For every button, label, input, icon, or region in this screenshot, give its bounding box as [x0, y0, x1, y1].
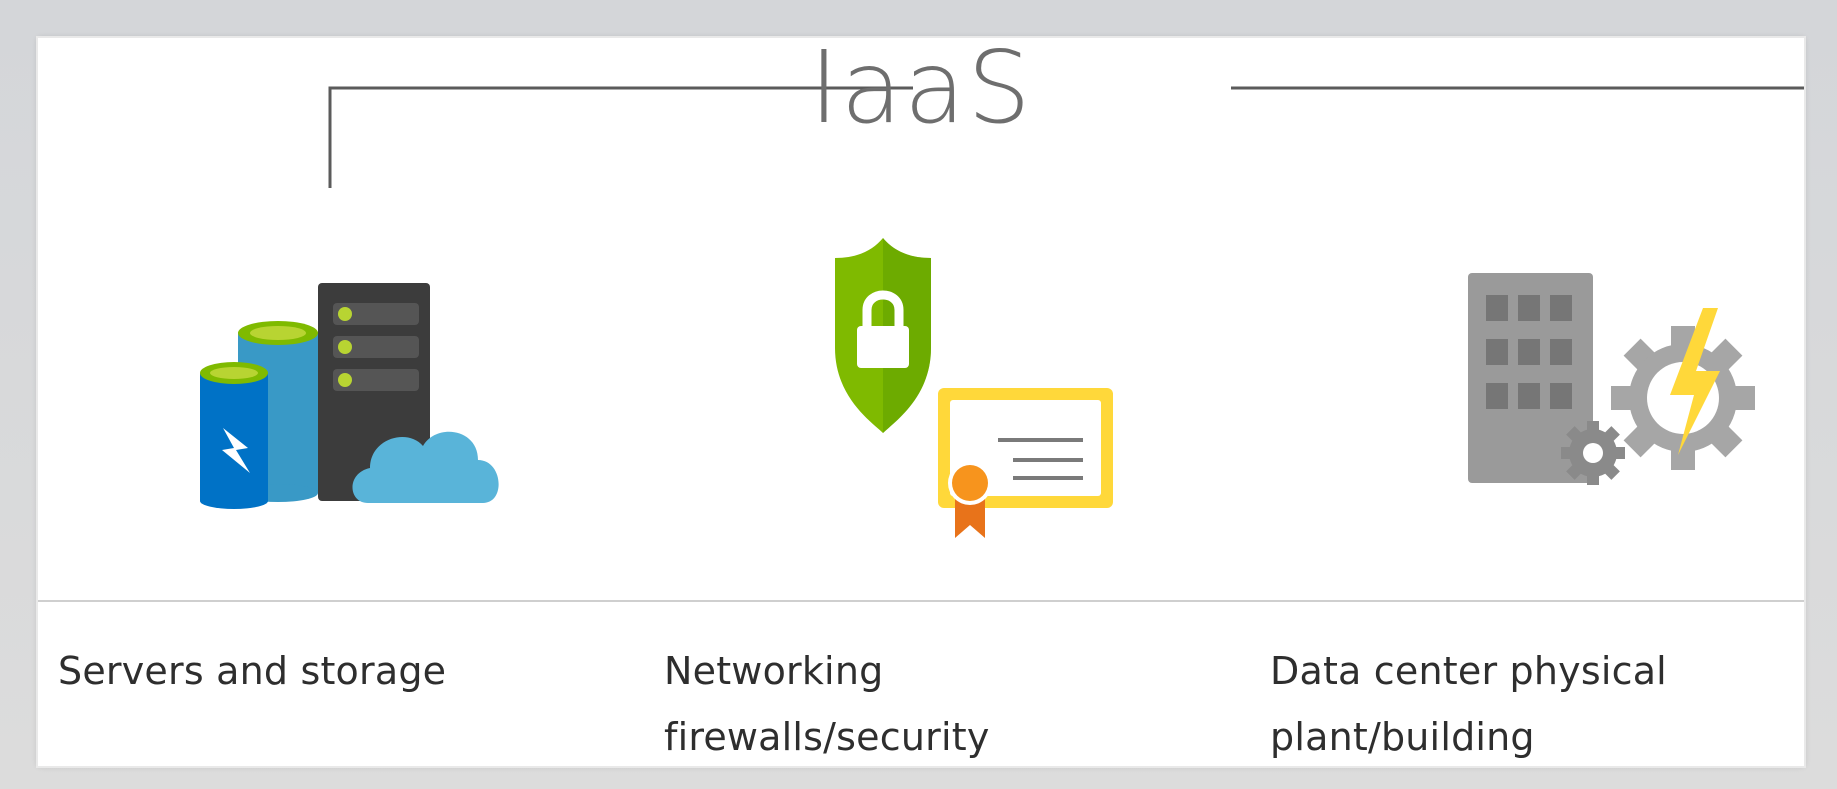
label-datacenter: Data center physical plant/building	[1270, 638, 1667, 766]
slide-panel: IaaS Servers and storage Networking fire…	[38, 38, 1804, 766]
label-line: Data center physical	[1270, 649, 1667, 693]
label-line: plant/building	[1270, 715, 1535, 759]
divider-line	[38, 600, 1804, 602]
diagram-title: IaaS	[809, 38, 1033, 146]
label-line: Networking	[664, 649, 884, 693]
servers-storage-icon	[200, 283, 499, 509]
networking-security-icon	[835, 238, 1113, 538]
datacenter-building-icon	[1468, 273, 1755, 485]
label-line: Servers and storage	[58, 649, 447, 693]
label-networking: Networking firewalls/security	[664, 638, 990, 766]
label-line: firewalls/security	[664, 715, 990, 759]
label-servers-storage: Servers and storage	[58, 638, 446, 704]
window-frame: IaaS Servers and storage Networking fire…	[0, 0, 1837, 789]
